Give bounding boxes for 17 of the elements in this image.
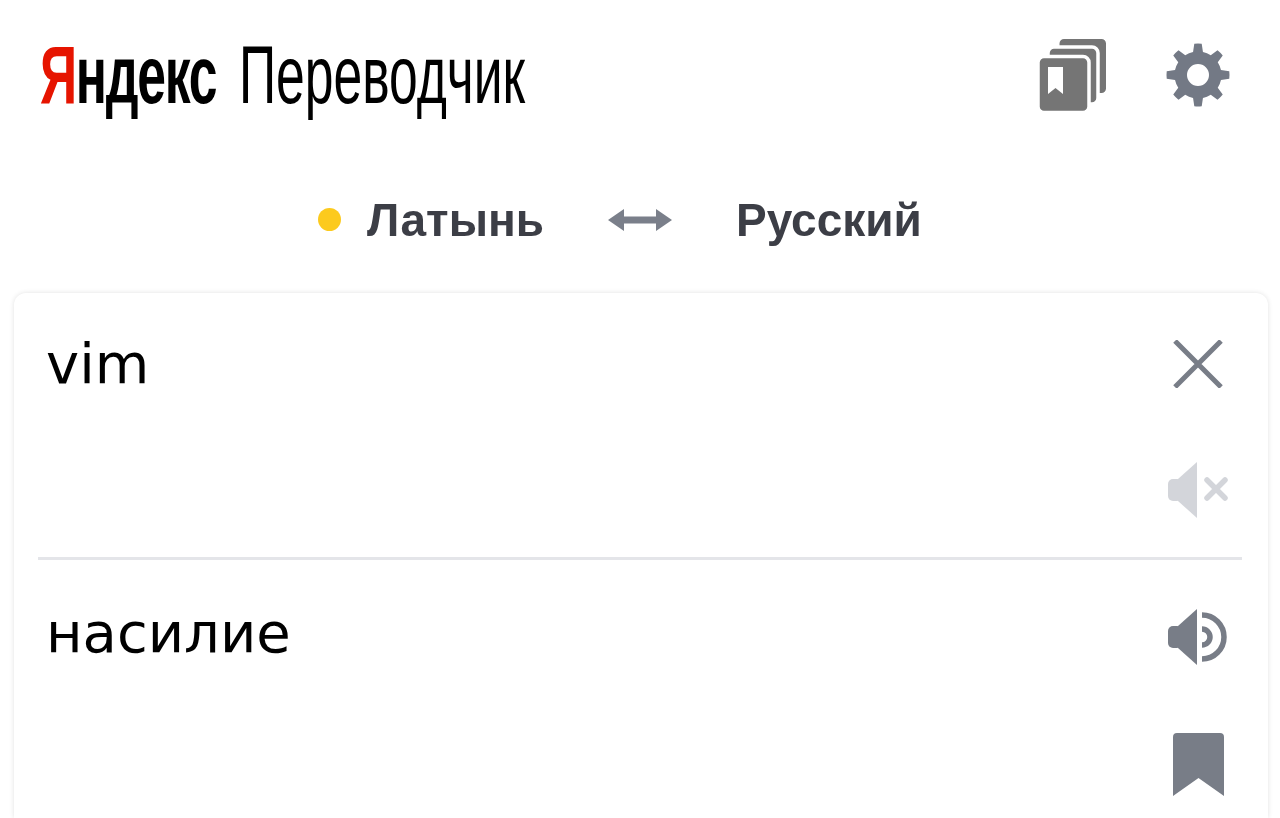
swap-button[interactable] bbox=[608, 208, 672, 231]
close-icon bbox=[1173, 340, 1223, 388]
bookmark-stack-icon bbox=[1037, 36, 1109, 114]
swap-arrow-icon bbox=[608, 208, 672, 231]
language-button[interactable]: Русский bbox=[736, 192, 922, 247]
bookmark-button[interactable] bbox=[1172, 733, 1224, 796]
speaker-muted-icon bbox=[1168, 462, 1228, 518]
collections-button[interactable] bbox=[1037, 36, 1109, 114]
translation-text: насилие bbox=[46, 599, 291, 666]
settings-button[interactable] bbox=[1166, 43, 1230, 107]
speaker-icon bbox=[1168, 608, 1228, 666]
clear-button[interactable] bbox=[1173, 340, 1223, 388]
language-button[interactable]: Латынь bbox=[318, 192, 544, 247]
speaker-button[interactable] bbox=[1168, 608, 1228, 666]
source-text-input[interactable]: vim bbox=[46, 330, 150, 397]
settings-icon bbox=[1166, 43, 1230, 107]
bookmark-icon bbox=[1172, 733, 1224, 796]
